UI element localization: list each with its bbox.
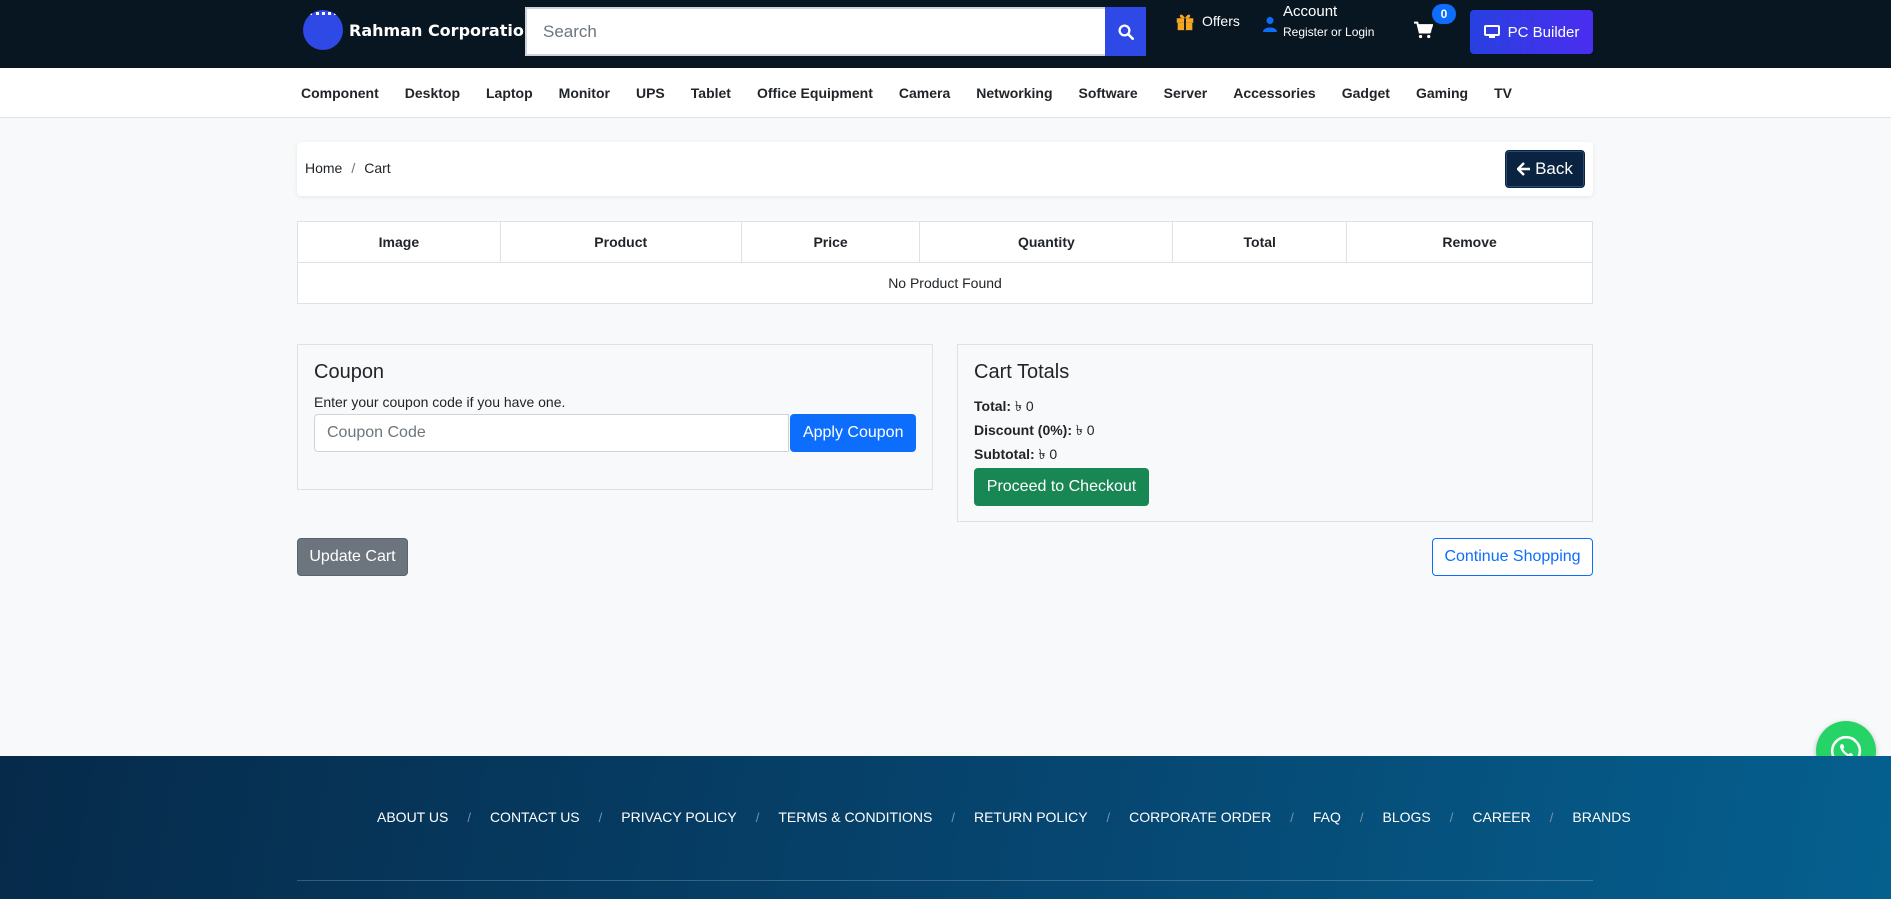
category-link-gaming[interactable]: Gaming xyxy=(1416,85,1468,101)
category-link-monitor[interactable]: Monitor xyxy=(559,85,610,101)
footer-separator: / xyxy=(1359,809,1364,825)
footer-separator: / xyxy=(1449,809,1454,825)
coupon-form: Apply Coupon xyxy=(314,414,916,452)
arrow-left-icon xyxy=(1517,162,1531,176)
cart-totals-panel: Cart Totals Total: ৳ 0 Discount (0%): ৳ … xyxy=(957,344,1593,522)
subtotal-label: Subtotal: xyxy=(974,446,1035,462)
category-link-accessories[interactable]: Accessories xyxy=(1233,85,1316,101)
category-link-office-equipment[interactable]: Office Equipment xyxy=(757,85,873,101)
column-header-remove: Remove xyxy=(1346,221,1593,263)
footer-link-contact-us[interactable]: CONTACT US xyxy=(490,809,580,825)
footer-separator: / xyxy=(951,809,955,825)
footer-separator: / xyxy=(1106,809,1111,825)
footer-link-privacy-policy[interactable]: PRIVACY POLICY xyxy=(621,809,736,825)
footer-divider xyxy=(297,880,1593,881)
cart-table: Image Product Price Quantity Total Remov… xyxy=(297,221,1593,304)
proceed-to-checkout-button[interactable]: Proceed to Checkout xyxy=(974,468,1149,506)
gift-icon xyxy=(1176,14,1194,31)
pc-builder-button[interactable]: PC Builder xyxy=(1470,10,1593,54)
update-cart-button[interactable]: Update Cart xyxy=(297,538,408,576)
empty-cart-message: No Product Found xyxy=(297,262,1593,304)
footer-links: ABOUT US / CONTACT US / PRIVACY POLICY / TERMS… xyxy=(377,809,1631,825)
breadcrumb: Home / Cart xyxy=(305,160,391,176)
category-link-laptop[interactable]: Laptop xyxy=(486,85,533,101)
continue-shopping-button[interactable]: Continue Shopping xyxy=(1432,538,1593,576)
footer-separator: / xyxy=(1549,809,1554,825)
category-link-networking[interactable]: Networking xyxy=(976,85,1052,101)
discount-line: Discount (0%): ৳ 0 xyxy=(974,418,1576,442)
desktop-icon xyxy=(1483,25,1500,38)
top-header: Rahman Corporation Offers Account Regist… xyxy=(0,0,1891,68)
breadcrumb-current: Cart xyxy=(364,160,391,176)
total-value: ৳ 0 xyxy=(1014,398,1034,414)
footer-link-brands[interactable]: BRANDS xyxy=(1572,809,1630,825)
total-label: Total: xyxy=(974,398,1012,414)
search-input[interactable] xyxy=(525,7,1105,56)
register-login-link[interactable]: Register or Login xyxy=(1283,21,1374,43)
column-header-product: Product xyxy=(499,221,742,263)
column-header-quantity: Quantity xyxy=(919,221,1174,263)
subtotal-value: ৳ 0 xyxy=(1038,446,1058,462)
category-link-server[interactable]: Server xyxy=(1164,85,1208,101)
footer-link-corporate-order[interactable]: CORPORATE ORDER xyxy=(1129,809,1271,825)
discount-label: Discount (0%): xyxy=(974,422,1072,438)
category-link-desktop[interactable]: Desktop xyxy=(405,85,460,101)
category-nav: Component Desktop Laptop Monitor UPS Tablet Of… xyxy=(0,68,1891,118)
footer-link-about-us[interactable]: ABOUT US xyxy=(377,809,448,825)
back-button[interactable]: Back xyxy=(1505,150,1585,188)
category-link-gadget[interactable]: Gadget xyxy=(1342,85,1390,101)
column-header-total: Total xyxy=(1172,221,1348,263)
offers-label: Offers xyxy=(1202,13,1240,29)
footer-separator: / xyxy=(467,809,471,825)
cart-totals-title: Cart Totals xyxy=(974,361,1070,383)
breadcrumb-separator: / xyxy=(351,160,356,176)
account-link[interactable]: Account Register or Login xyxy=(1263,2,1374,43)
brand-logo[interactable]: Rahman Corporation xyxy=(303,10,535,50)
user-icon xyxy=(1263,17,1277,32)
footer-link-career[interactable]: CAREER xyxy=(1472,809,1530,825)
category-link-camera[interactable]: Camera xyxy=(899,85,950,101)
footer-link-return-policy[interactable]: RETURN POLICY xyxy=(974,809,1088,825)
footer-separator: / xyxy=(1290,809,1294,825)
cart-button[interactable] xyxy=(1413,21,1434,44)
table-row: No Product Found xyxy=(297,262,1593,304)
table-header-row: Image Product Price Quantity Total Remov… xyxy=(297,221,1593,263)
footer-link-terms-conditions[interactable]: TERMS & CONDITIONS xyxy=(778,809,932,825)
account-title: Account xyxy=(1283,3,1338,20)
site-footer: ABOUT US / CONTACT US / PRIVACY POLICY / TERMS… xyxy=(0,756,1891,899)
cart-icon xyxy=(1414,21,1434,39)
category-link-component[interactable]: Component xyxy=(301,85,379,101)
coupon-title: Coupon xyxy=(314,361,385,383)
category-link-tablet[interactable]: Tablet xyxy=(691,85,731,101)
subtotal-line: Subtotal: ৳ 0 xyxy=(974,442,1576,466)
back-label: Back xyxy=(1535,159,1573,178)
footer-link-blogs[interactable]: BLOGS xyxy=(1383,809,1431,825)
column-header-price: Price xyxy=(740,221,921,263)
breadcrumb-bar: Home / Cart Back xyxy=(297,142,1593,196)
discount-value: ৳ 0 xyxy=(1075,422,1095,438)
total-line: Total: ৳ 0 xyxy=(974,394,1576,418)
pc-builder-label: PC Builder xyxy=(1507,23,1580,41)
category-link-tv[interactable]: TV xyxy=(1494,85,1512,101)
brand-name: Rahman Corporation xyxy=(349,20,536,40)
cart-count-badge: 0 xyxy=(1432,4,1456,24)
logo-mark-icon xyxy=(303,10,343,50)
search-icon xyxy=(1118,24,1134,40)
category-link-ups[interactable]: UPS xyxy=(636,85,665,101)
coupon-panel: Coupon Enter your coupon code if you hav… xyxy=(297,344,933,490)
footer-separator: / xyxy=(598,809,603,825)
breadcrumb-home[interactable]: Home xyxy=(305,160,342,176)
search-bar xyxy=(525,7,1146,56)
footer-separator: / xyxy=(755,809,760,825)
footer-link-faq[interactable]: FAQ xyxy=(1313,809,1341,825)
column-header-image: Image xyxy=(297,221,501,263)
search-button[interactable] xyxy=(1105,7,1146,56)
coupon-code-input[interactable] xyxy=(314,414,790,452)
apply-coupon-button[interactable]: Apply Coupon xyxy=(790,414,916,452)
category-link-software[interactable]: Software xyxy=(1079,85,1138,101)
coupon-hint: Enter your coupon code if you have one. xyxy=(314,394,566,410)
offers-link[interactable]: Offers xyxy=(1174,10,1240,32)
